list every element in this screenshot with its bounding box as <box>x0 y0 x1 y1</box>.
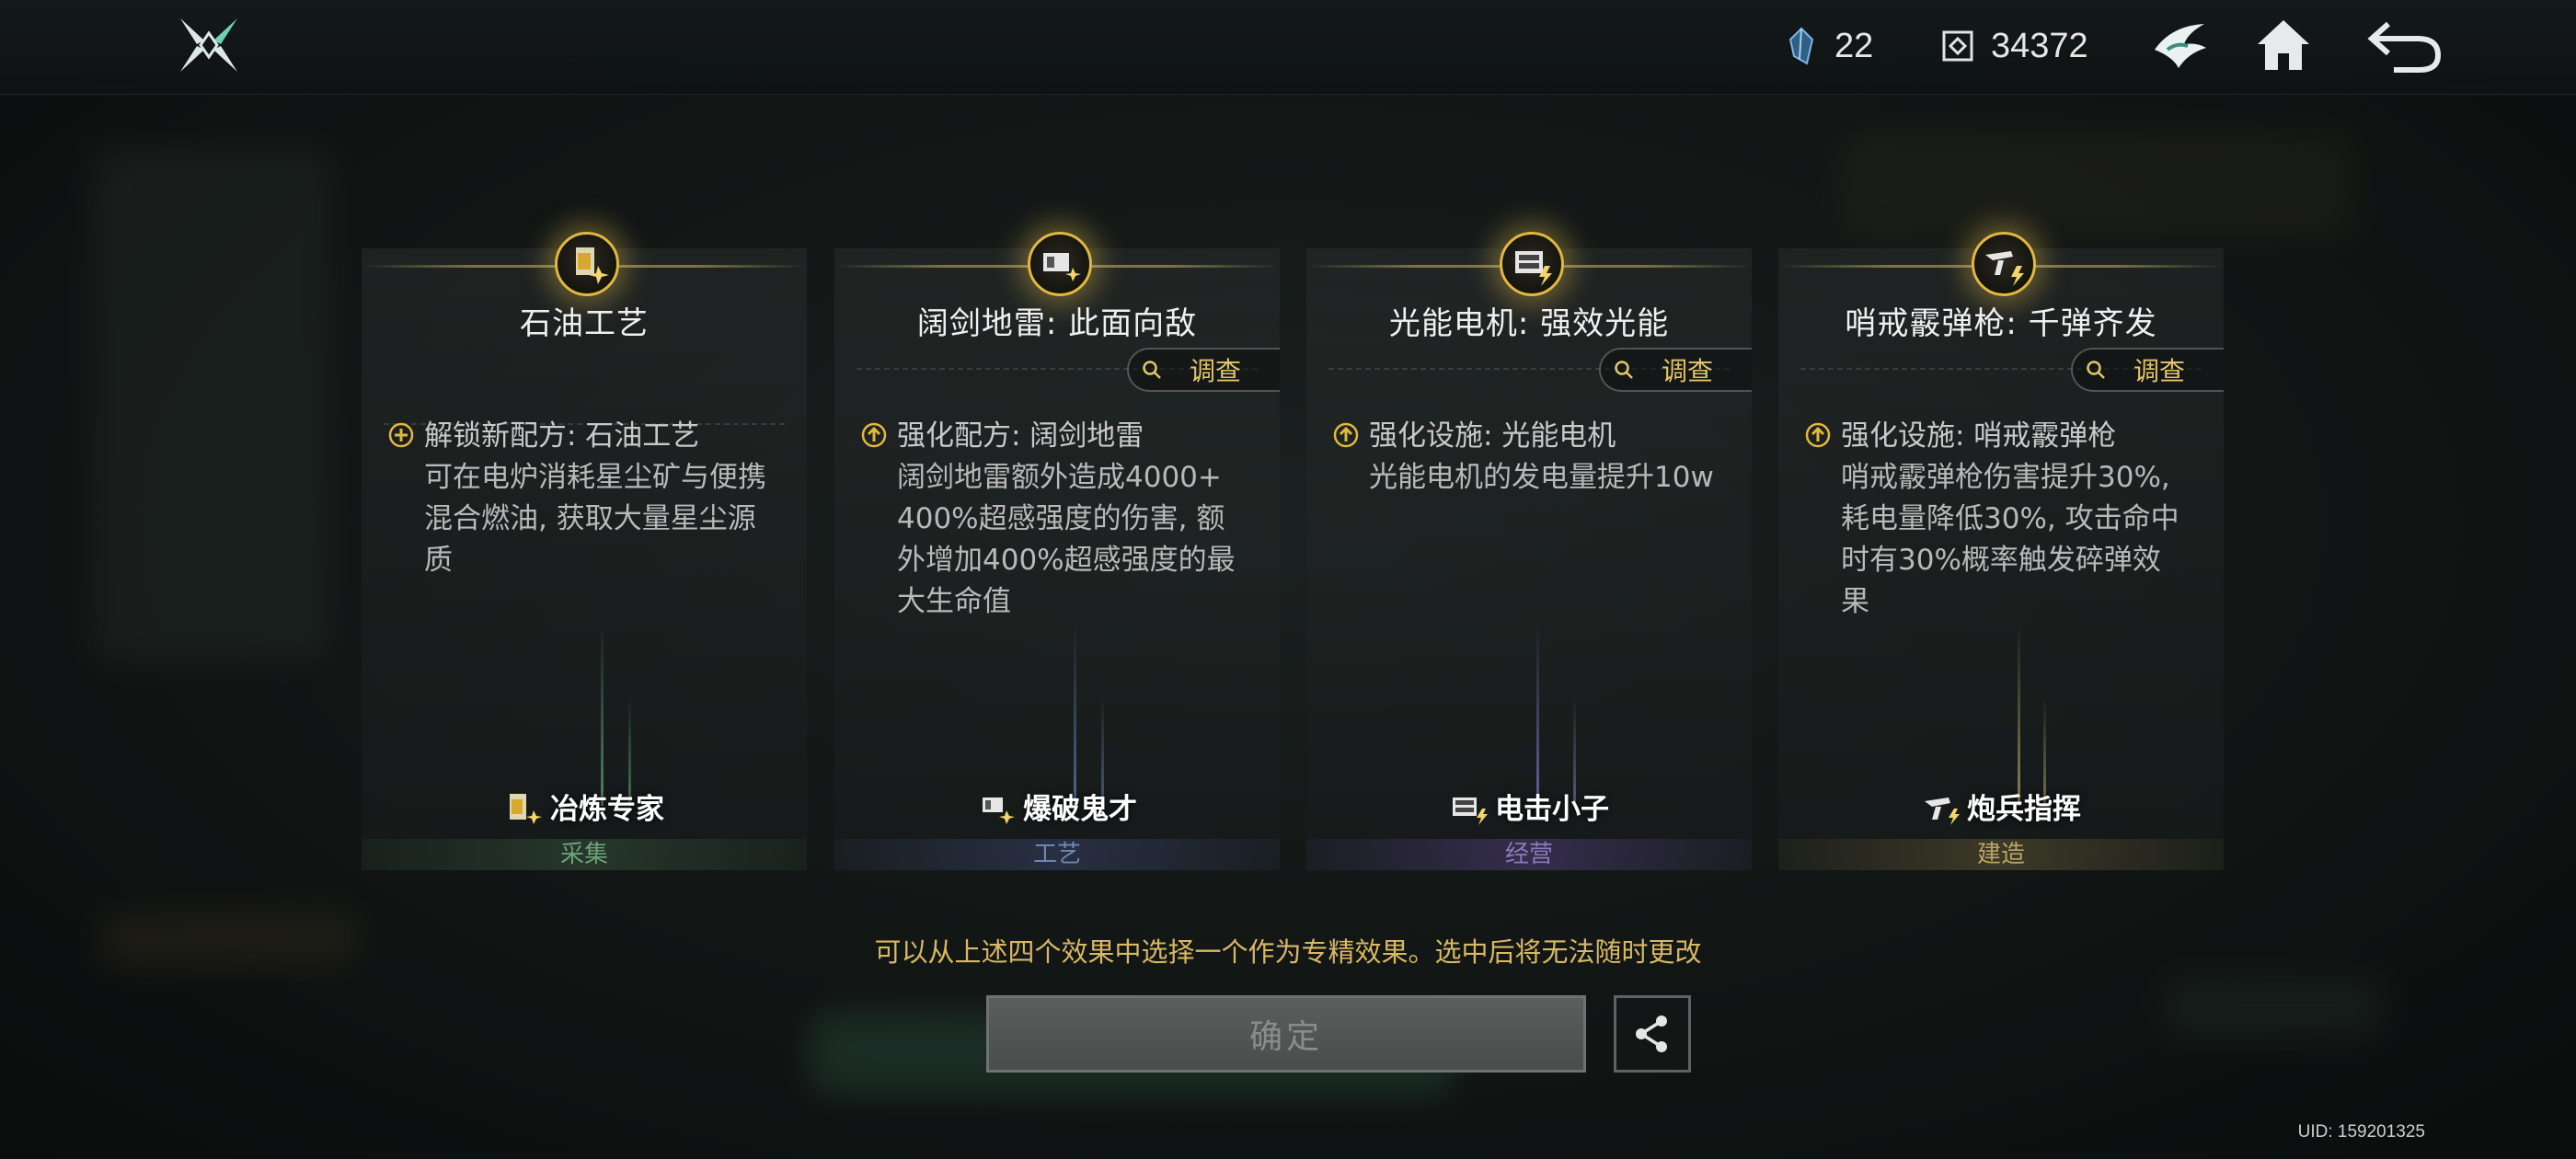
demolition-icon <box>983 797 1015 824</box>
effect-line: 时有30%概率触发碎弹效 <box>1841 544 2161 577</box>
effect-line: 耗电量降低30%, 攻击命中 <box>1841 502 2179 535</box>
card-title: 石油工艺 <box>520 305 649 342</box>
category-label: 工艺 <box>834 839 1280 870</box>
token-count: 34372 <box>1991 26 2088 65</box>
confirm-button[interactable]: 确定 <box>986 995 1586 1073</box>
upgrade-arrow-icon <box>861 422 887 448</box>
specialization-card-oil[interactable]: 石油工艺 解锁新配方: 石油工艺 可在电炉消耗星尘矿与便携 混合燃油, 获取大量… <box>362 232 807 870</box>
effect-head: 强化设施: 哨戒霰弹枪 <box>1841 419 2117 453</box>
effect-line: 外增加400%超感强度的最 <box>897 544 1236 577</box>
back-icon[interactable] <box>2366 17 2444 75</box>
share-button[interactable] <box>1614 995 1691 1073</box>
upgrade-arrow-icon <box>1333 422 1359 448</box>
recipe-medal-icon <box>1028 232 1092 296</box>
light-beam <box>1536 622 1539 806</box>
game-logo-icon[interactable] <box>177 17 241 74</box>
user-id: UID: 159201325 <box>2297 1122 2425 1142</box>
specialization-card-motor[interactable]: 光能电机: 强效光能 调查 强化设施: 光能电机 光能电机的发电量提升10w 电… <box>1306 232 1752 870</box>
effect-line: 果 <box>1841 585 1869 618</box>
investigate-label: 调查 <box>1662 356 1714 386</box>
effect-line: 大生命值 <box>897 585 1011 618</box>
role-name: 爆破鬼才 <box>1023 793 1137 826</box>
cube-token-icon <box>1942 30 1973 62</box>
top-bar: 22 34372 <box>0 0 2576 95</box>
effect-line: 可在电炉消耗星尘矿与便携 <box>424 461 766 494</box>
light-beam <box>1074 622 1076 806</box>
share-icon <box>1636 1016 1667 1052</box>
crystal-count: 22 <box>1834 26 1874 65</box>
home-icon[interactable] <box>2254 17 2313 75</box>
role-tag: 爆破鬼才 <box>834 786 1280 827</box>
facility-medal-icon <box>1972 232 2036 296</box>
category-label: 经营 <box>1306 839 1752 870</box>
recipe-medal-icon <box>555 232 619 296</box>
category-label: 建造 <box>1778 839 2224 870</box>
role-name: 炮兵指挥 <box>1967 793 2081 826</box>
effect-head: 解锁新配方: 石油工艺 <box>424 419 700 453</box>
effect-line: 光能电机的发电量提升10w <box>1369 461 1714 494</box>
facility-medal-icon <box>1500 232 1564 296</box>
category-label: 采集 <box>362 839 807 870</box>
effect-line: 混合燃油, 获取大量星尘源 <box>424 502 756 535</box>
search-icon <box>2087 361 2105 379</box>
effect-head: 强化配方: 阔剑地雷 <box>897 419 1144 453</box>
role-tag: 冶炼专家 <box>362 786 807 827</box>
effect-line: 质 <box>424 544 453 577</box>
role-tag: 炮兵指挥 <box>1778 786 2224 827</box>
card-title: 光能电机: 强效光能 <box>1388 305 1670 342</box>
role-name: 电击小子 <box>1495 793 1609 826</box>
effect-line: 哨戒霰弹枪伤害提升30%, <box>1841 461 2170 494</box>
artillery-icon <box>1925 797 1960 825</box>
light-beam <box>2018 622 2020 806</box>
crystal-currency[interactable]: 22 <box>1785 24 1873 68</box>
effect-block: 强化设施: 哨戒霰弹枪 哨戒霰弹枪伤害提升30%, 耗电量降低30%, 攻击命中… <box>1804 416 2202 623</box>
search-icon <box>1143 361 1161 379</box>
crystal-shard-icon <box>1788 27 1814 65</box>
effect-head: 强化设施: 光能电机 <box>1369 419 1616 453</box>
card-title: 哨戒霰弹枪: 千弹齐发 <box>1845 305 2157 342</box>
card-title: 阔剑地雷: 此面向敌 <box>916 305 1198 342</box>
effect-block: 强化设施: 光能电机 光能电机的发电量提升10w <box>1332 416 1730 499</box>
plus-circle-icon <box>388 422 414 448</box>
investigate-label: 调查 <box>1190 356 1242 386</box>
investigate-label: 调查 <box>2133 356 2186 386</box>
selection-hint: 可以从上述四个效果中选择一个作为专精效果。选中后将无法随时更改 <box>874 936 1702 968</box>
light-beam <box>601 622 604 806</box>
background-blur <box>2162 975 2383 1039</box>
effect-line: 阔剑地雷额外造成4000+ <box>897 461 1222 494</box>
smelter-icon <box>510 793 542 824</box>
specialization-card-shotgun[interactable]: 哨戒霰弹枪: 千弹齐发 调查 强化设施: 哨戒霰弹枪 哨戒霰弹枪伤害提升30%,… <box>1778 232 2224 870</box>
electric-motor-icon <box>1453 797 1488 825</box>
wing-emblem-icon[interactable] <box>2151 17 2210 75</box>
token-currency[interactable]: 34372 <box>1941 24 2088 68</box>
background-blur <box>92 147 331 662</box>
search-icon <box>1615 361 1633 379</box>
specialization-card-mine[interactable]: 阔剑地雷: 此面向敌 调查 强化配方: 阔剑地雷 阔剑地雷额外造成4000+ 4… <box>834 232 1280 870</box>
upgrade-arrow-icon <box>1805 422 1831 448</box>
investigate-button[interactable]: 调查 <box>1127 348 1280 392</box>
effect-block: 解锁新配方: 石油工艺 可在电炉消耗星尘矿与便携 混合燃油, 获取大量星尘源 质 <box>387 416 785 581</box>
role-name: 冶炼专家 <box>550 793 664 826</box>
background-blur <box>1840 129 2355 239</box>
investigate-button[interactable]: 调查 <box>1599 348 1752 392</box>
investigate-button[interactable]: 调查 <box>2071 348 2224 392</box>
role-tag: 电击小子 <box>1306 786 1752 827</box>
effect-block: 强化配方: 阔剑地雷 阔剑地雷额外造成4000+ 400%超感强度的伤害, 额 … <box>860 416 1258 623</box>
effect-line: 400%超感强度的伤害, 额 <box>897 502 1225 535</box>
